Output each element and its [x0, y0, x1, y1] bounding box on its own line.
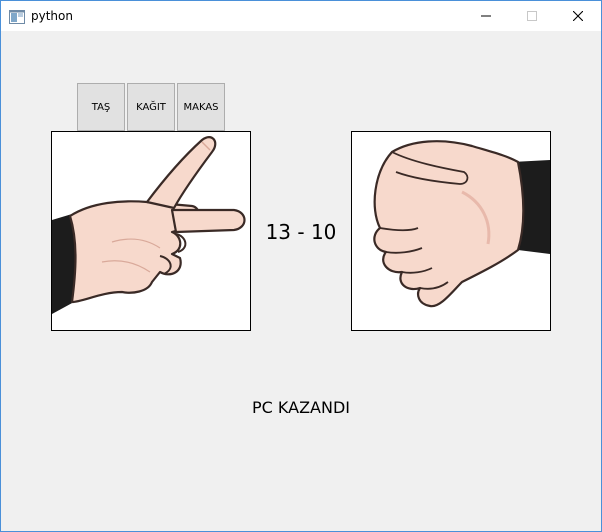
close-icon [573, 11, 583, 21]
maximize-icon [527, 11, 537, 21]
scissors-button[interactable]: MAKAS [177, 83, 225, 131]
game-area: TAŞ KAĞIT MAKAS 13 - 10 PC KAZANDI [1, 31, 601, 531]
app-icon [9, 9, 25, 24]
result-text: PC KAZANDI [252, 398, 350, 417]
close-button[interactable] [555, 1, 601, 31]
paper-button[interactable]: KAĞIT [127, 83, 175, 131]
rock-fist-icon [373, 140, 550, 308]
pc-hand-image [351, 131, 551, 331]
title-bar[interactable]: python [1, 1, 601, 31]
player-hand-image [51, 131, 251, 331]
minimize-icon [481, 15, 491, 17]
scissors-hand-icon [52, 136, 246, 314]
window-title: python [31, 9, 73, 23]
rock-button[interactable]: TAŞ [77, 83, 125, 131]
app-window: python TAŞ KAĞIT MAKAS 13 - 10 PC KAZAND… [0, 0, 602, 532]
minimize-button[interactable] [463, 1, 509, 31]
score-display: 13 - 10 [265, 220, 337, 244]
maximize-button[interactable] [509, 1, 555, 31]
